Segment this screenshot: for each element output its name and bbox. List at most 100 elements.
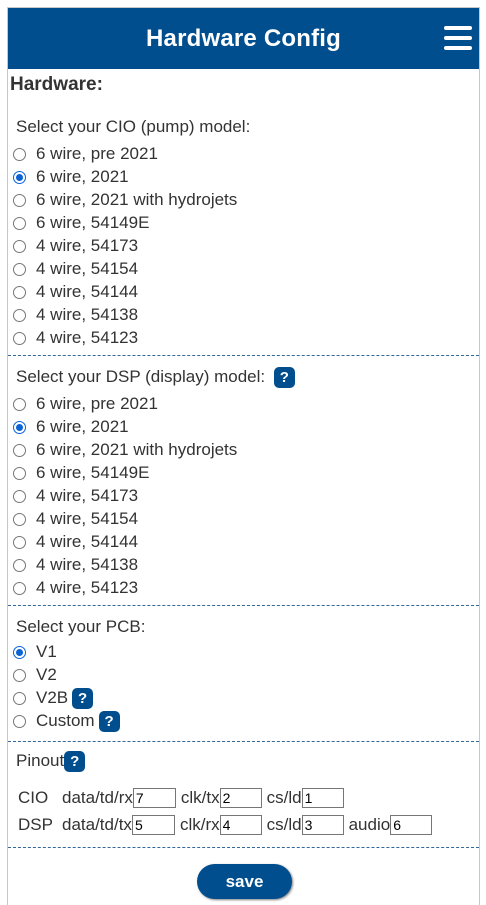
cio-model-option[interactable]: 4 wire, 54144 xyxy=(13,282,138,302)
cio-model-option[interactable]: 6 wire, pre 2021 xyxy=(13,144,158,164)
dsp-help-icon[interactable]: ? xyxy=(273,367,295,388)
dsp-cs-label: cs/ld xyxy=(266,815,302,834)
cio-model-option-label: 6 wire, 54149E xyxy=(36,213,150,232)
divider xyxy=(8,355,479,356)
cio-model-option-label: 4 wire, 54173 xyxy=(36,236,139,255)
divider xyxy=(8,605,479,606)
pinout-label-row: Pinout? xyxy=(16,751,86,772)
cio-model-option-label: 6 wire, 2021 with hydrojets xyxy=(36,190,238,209)
cio-model-radio[interactable] xyxy=(13,193,26,207)
cio-clk-pin-field[interactable] xyxy=(219,788,262,808)
dsp-model-option-label: 4 wire, 54144 xyxy=(36,532,139,551)
cio-model-radio[interactable] xyxy=(13,239,26,253)
dsp-model-option-label: 4 wire, 54154 xyxy=(36,509,139,528)
divider xyxy=(8,741,479,742)
cio-model-option[interactable]: 6 wire, 54149E xyxy=(13,213,149,233)
pcb-option-label: Custom xyxy=(36,711,95,730)
dsp-model-option-label: 6 wire, pre 2021 xyxy=(36,394,158,413)
pcb-help-icon[interactable]: ? xyxy=(98,710,120,732)
cio-data-pin-field[interactable] xyxy=(132,788,176,808)
cio-model-radio[interactable] xyxy=(13,308,26,322)
cio-clk-label: clk/tx xyxy=(180,788,220,807)
pcb-help-icon[interactable]: ? xyxy=(72,687,94,709)
dsp-pin-label: DSP xyxy=(18,815,53,834)
pcb-radio[interactable] xyxy=(13,691,26,705)
dsp-model-radio[interactable] xyxy=(13,558,26,572)
cio-model-option-label: 4 wire, 54144 xyxy=(36,282,139,301)
dsp-cs-pin-field[interactable] xyxy=(301,815,344,835)
dsp-model-option[interactable]: 4 wire, 54154 xyxy=(13,509,138,529)
dsp-model-option[interactable]: 4 wire, 54173 xyxy=(13,486,138,506)
dsp-audio-label: audio xyxy=(348,815,391,834)
cio-data-label: data/td/rx xyxy=(62,788,133,807)
cio-model-option[interactable]: 4 wire, 54173 xyxy=(13,236,138,256)
dsp-model-radio[interactable] xyxy=(13,466,26,480)
dsp-model-label: Select your DSP (display) model: xyxy=(16,367,266,386)
dsp-model-option[interactable]: 6 wire, 2021 xyxy=(13,417,129,437)
pcb-option[interactable]: Custom? xyxy=(13,710,120,732)
cio-pin-label: CIO xyxy=(18,788,49,807)
dsp-model-radio[interactable] xyxy=(13,397,26,411)
dsp-audio-pin-field[interactable] xyxy=(390,815,433,835)
cio-model-radio[interactable] xyxy=(13,331,26,345)
divider xyxy=(8,847,479,848)
cio-model-option-label: 6 wire, 2021 xyxy=(36,167,129,186)
dsp-model-option[interactable]: 6 wire, 54149E xyxy=(13,463,149,483)
cio-model-option-label: 4 wire, 54138 xyxy=(36,305,139,324)
pcb-radio[interactable] xyxy=(13,645,26,659)
dsp-model-radio[interactable] xyxy=(13,581,26,595)
dsp-model-option-label: 4 wire, 54173 xyxy=(36,486,139,505)
dsp-model-option-label: 4 wire, 54123 xyxy=(36,578,139,597)
dsp-model-option[interactable]: 4 wire, 54144 xyxy=(13,532,138,552)
cio-model-option[interactable]: 4 wire, 54154 xyxy=(13,259,138,279)
cio-pin-row: CIO data/td/rx clk/tx cs/ld xyxy=(18,787,344,809)
dsp-model-radio[interactable] xyxy=(13,420,26,434)
pcb-radio[interactable] xyxy=(13,714,26,728)
dsp-model-radio[interactable] xyxy=(13,443,26,457)
dsp-data-pin-field[interactable] xyxy=(131,815,175,835)
dsp-pin-row: DSP data/td/tx clk/rx cs/ld audio xyxy=(18,814,433,836)
cio-cs-pin-field[interactable] xyxy=(301,788,344,808)
pcb-option[interactable]: V1 xyxy=(13,642,57,662)
pcb-label: Select your PCB: xyxy=(16,617,146,636)
dsp-model-label-row: Select your DSP (display) model: ? xyxy=(16,367,295,388)
cio-model-option-label: 4 wire, 54154 xyxy=(36,259,139,278)
pcb-option-label: V2 xyxy=(36,665,57,684)
dsp-model-radio[interactable] xyxy=(13,512,26,526)
dsp-model-radio[interactable] xyxy=(13,535,26,549)
cio-cs-label: cs/ld xyxy=(266,788,302,807)
cio-model-radio[interactable] xyxy=(13,285,26,299)
dsp-model-option-label: 4 wire, 54138 xyxy=(36,555,139,574)
dsp-model-option-label: 6 wire, 2021 with hydrojets xyxy=(36,440,238,459)
dsp-model-radio[interactable] xyxy=(13,489,26,503)
dsp-model-option[interactable]: 4 wire, 54138 xyxy=(13,555,138,575)
pinout-label: Pinout xyxy=(16,751,65,770)
cio-model-option[interactable]: 4 wire, 54138 xyxy=(13,305,138,325)
page-title: Hardware Config xyxy=(145,25,342,52)
dsp-model-option[interactable]: 4 wire, 54123 xyxy=(13,578,138,598)
cio-model-radio[interactable] xyxy=(13,147,26,161)
cio-model-option[interactable]: 4 wire, 54123 xyxy=(13,328,138,348)
cio-model-option-label: 4 wire, 54123 xyxy=(36,328,139,347)
dsp-data-label: data/td/tx xyxy=(62,815,132,834)
cio-model-radio[interactable] xyxy=(13,262,26,276)
cio-model-radio[interactable] xyxy=(13,216,26,230)
pcb-option-label: V1 xyxy=(36,642,57,661)
pcb-radio[interactable] xyxy=(13,668,26,682)
save-button[interactable]: save xyxy=(197,864,292,899)
cio-model-option[interactable]: 6 wire, 2021 xyxy=(13,167,129,187)
cio-model-option-label: 6 wire, pre 2021 xyxy=(36,144,158,163)
cio-model-radio[interactable] xyxy=(13,170,26,184)
pinout-help-icon[interactable]: ? xyxy=(64,751,86,772)
dsp-clk-label: clk/rx xyxy=(179,815,220,834)
menu-icon[interactable] xyxy=(444,26,472,52)
dsp-clk-pin-field[interactable] xyxy=(219,815,262,835)
pcb-option[interactable]: V2 xyxy=(13,665,57,685)
app-header: Hardware Config xyxy=(8,8,479,69)
dsp-model-option-label: 6 wire, 54149E xyxy=(36,463,150,482)
hardware-heading: Hardware: xyxy=(10,74,103,95)
dsp-model-option[interactable]: 6 wire, pre 2021 xyxy=(13,394,158,414)
cio-model-option[interactable]: 6 wire, 2021 with hydrojets xyxy=(13,190,237,210)
pcb-option[interactable]: V2B? xyxy=(13,687,94,709)
dsp-model-option[interactable]: 6 wire, 2021 with hydrojets xyxy=(13,440,237,460)
